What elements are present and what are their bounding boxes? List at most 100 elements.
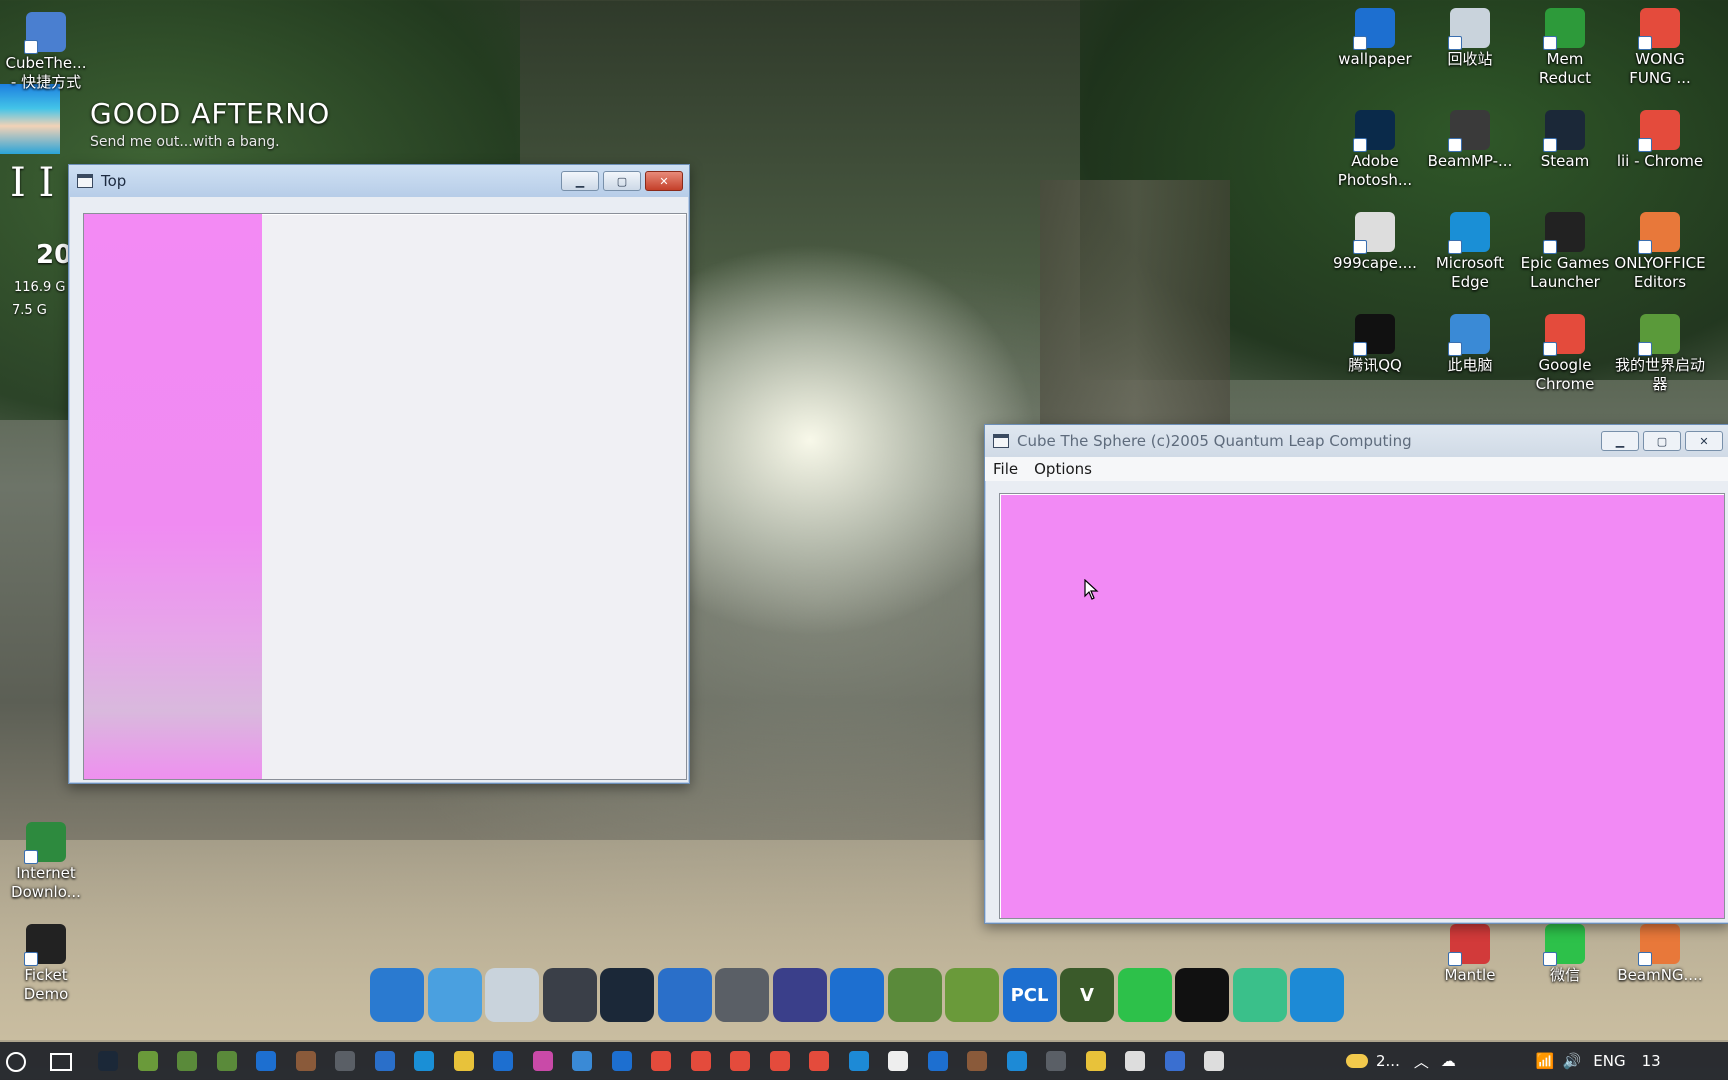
desktop-icon[interactable]: Epic Games Launcher	[1519, 212, 1611, 292]
desktop-icon[interactable]: 我的世界启动 器	[1614, 314, 1706, 394]
taskbar-app-icon[interactable]	[1085, 1051, 1106, 1071]
cloud-icon[interactable]: ☁	[1441, 1052, 1456, 1070]
cube-window-titlebar[interactable]: Cube The Sphere (c)2005 Quantum Leap Com…	[985, 425, 1728, 457]
desktop-icon[interactable]: Steam	[1519, 110, 1611, 171]
weather-icon[interactable]	[1346, 1054, 1368, 1068]
taskbar-app-icon[interactable]	[1046, 1051, 1066, 1071]
photoshop-icon	[1353, 110, 1395, 152]
taskbar-app-icon[interactable]	[809, 1051, 829, 1071]
wechat-dock-icon[interactable]	[1117, 968, 1172, 1022]
tray: 2... ︿ ☁ 📶 🔊 ENG 13	[1346, 1042, 1661, 1080]
desktop-icon[interactable]: Microsoft Edge	[1424, 212, 1516, 292]
menu-file[interactable]: File	[985, 460, 1026, 478]
desktop-icon-label: 999cape....	[1333, 254, 1417, 272]
taskbar-app-icon[interactable]	[493, 1051, 513, 1071]
lion-dock-icon[interactable]	[657, 968, 712, 1022]
taskbar-app-icon[interactable]	[848, 1051, 869, 1071]
taskbar-app-icon[interactable]	[1164, 1051, 1185, 1071]
task-view-icon[interactable]	[50, 1053, 72, 1071]
desktop-icon[interactable]: ONLYOFFICE Editors	[1614, 212, 1706, 292]
taskbar-app-icon[interactable]	[651, 1051, 671, 1071]
taskbar-app-icon[interactable]	[730, 1051, 750, 1071]
taskbar-app-icon[interactable]	[295, 1051, 316, 1071]
minecraft-dock-icon[interactable]	[945, 968, 999, 1022]
taskbar-app-icon[interactable]	[690, 1051, 711, 1071]
taskbar-app-icon[interactable]	[967, 1051, 987, 1071]
taskbar-app-icon[interactable]	[1204, 1051, 1224, 1071]
search-dock-icon[interactable]	[1290, 968, 1344, 1022]
taskbar-app-icon[interactable]	[1006, 1051, 1027, 1071]
taskbar-app-icon[interactable]	[611, 1051, 632, 1071]
start-search-icon[interactable]	[6, 1052, 26, 1072]
desktop-icon[interactable]: BeamNG....	[1614, 924, 1706, 985]
taskbar-app-icon[interactable]	[572, 1051, 592, 1071]
taskbar-app-icon[interactable]	[888, 1051, 908, 1071]
control-panel-dock-icon[interactable]	[427, 968, 482, 1022]
taskbar-app-icon[interactable]	[98, 1051, 118, 1071]
language-indicator[interactable]: ENG	[1593, 1052, 1625, 1070]
desktop-icon[interactable]: wallpaper	[1329, 8, 1421, 69]
desktop-icon[interactable]: 999cape....	[1329, 212, 1421, 273]
top-window-titlebar[interactable]: Top ▁ ▢ ✕	[69, 165, 689, 197]
ficket-demo-icon	[24, 924, 66, 966]
desktop-icon[interactable]: 微信	[1519, 924, 1611, 985]
close-button[interactable]: ✕	[645, 171, 683, 191]
taskbar-app-icon[interactable]	[453, 1051, 474, 1071]
taskbar-app-icon[interactable]	[177, 1051, 197, 1071]
music-dock-icon[interactable]	[1232, 968, 1287, 1022]
this-pc-dock-icon[interactable]	[370, 968, 424, 1022]
minimize-button[interactable]: ▁	[1601, 431, 1639, 451]
steam-dock-icon[interactable]	[600, 968, 654, 1022]
pcl-dock-icon[interactable]: PCL	[1002, 968, 1057, 1022]
taskbar-app-icon[interactable]	[532, 1051, 553, 1071]
taskbar-app-icon[interactable]	[769, 1051, 790, 1071]
clock[interactable]: 13	[1642, 1052, 1661, 1070]
desktop-icon[interactable]: Ficket Demo	[0, 924, 92, 1004]
taskbar-app-icon[interactable]	[1125, 1051, 1145, 1071]
qq-dock-icon[interactable]	[1175, 968, 1229, 1022]
taskbar-app-icon[interactable]	[216, 1051, 237, 1071]
cube-canvas[interactable]	[999, 493, 1725, 919]
taskbar-app-icon[interactable]	[256, 1051, 276, 1071]
top-window[interactable]: Top ▁ ▢ ✕	[68, 164, 690, 784]
gta-v-dock-icon[interactable]: V	[1060, 968, 1114, 1022]
network-icon[interactable]: 📶	[1536, 1052, 1555, 1070]
window-title: Top	[101, 172, 127, 190]
menu-options[interactable]: Options	[1026, 460, 1100, 478]
desktop-icon-label: Google Chrome	[1535, 356, 1595, 393]
desktop-icon[interactable]: Internet Downlo...	[0, 822, 92, 902]
maximize-button[interactable]: ▢	[603, 171, 641, 191]
grass-block-dock-icon[interactable]	[887, 968, 942, 1022]
minimize-button[interactable]: ▁	[561, 171, 599, 191]
desktop-icon[interactable]: 此电脑	[1424, 314, 1516, 375]
desktop-icon[interactable]: Adobe Photosh...	[1329, 110, 1421, 190]
desktop-icon[interactable]: 回收站	[1424, 8, 1516, 69]
desktop-icon[interactable]: CubeThe... - 快捷方式	[0, 12, 92, 92]
moon-dock-icon[interactable]	[715, 968, 769, 1022]
chevron-up-icon[interactable]: ︿	[1414, 1051, 1429, 1072]
camera-dock-icon[interactable]	[830, 968, 884, 1022]
top-window-canvas[interactable]	[83, 213, 687, 780]
desktop-icon[interactable]: 腾讯QQ	[1329, 314, 1421, 375]
taskbar-app-icon[interactable]	[374, 1051, 395, 1071]
weather-text[interactable]: 2...	[1376, 1052, 1400, 1070]
desktop-icon[interactable]: Mantle	[1424, 924, 1516, 985]
taskbar-app-icon[interactable]	[137, 1051, 158, 1071]
desktop-icon-label: BeamMP-...	[1427, 152, 1513, 170]
minecraft-launcher-icon	[1638, 314, 1680, 356]
desktop-icon[interactable]: Mem Reduct	[1519, 8, 1611, 88]
close-button[interactable]: ✕	[1685, 431, 1723, 451]
volume-icon[interactable]: 🔊	[1563, 1052, 1582, 1070]
desktop-icon[interactable]: Google Chrome	[1519, 314, 1611, 394]
desktop-icon[interactable]: WONG FUNG ...	[1614, 8, 1706, 88]
taskbar-app-icon[interactable]	[335, 1051, 355, 1071]
character-dock-icon[interactable]	[772, 968, 827, 1022]
taskbar-app-icon[interactable]	[927, 1051, 948, 1071]
desktop-icon[interactable]: lii - Chrome	[1614, 110, 1706, 171]
desktop-icon[interactable]: BeamMP-...	[1424, 110, 1516, 171]
windows-dock-icon[interactable]	[542, 968, 597, 1022]
maximize-button[interactable]: ▢	[1643, 431, 1681, 451]
recycle-bin-dock-icon[interactable]	[485, 968, 539, 1022]
taskbar-app-icon[interactable]	[414, 1051, 434, 1071]
cube-window[interactable]: Cube The Sphere (c)2005 Quantum Leap Com…	[984, 424, 1728, 924]
